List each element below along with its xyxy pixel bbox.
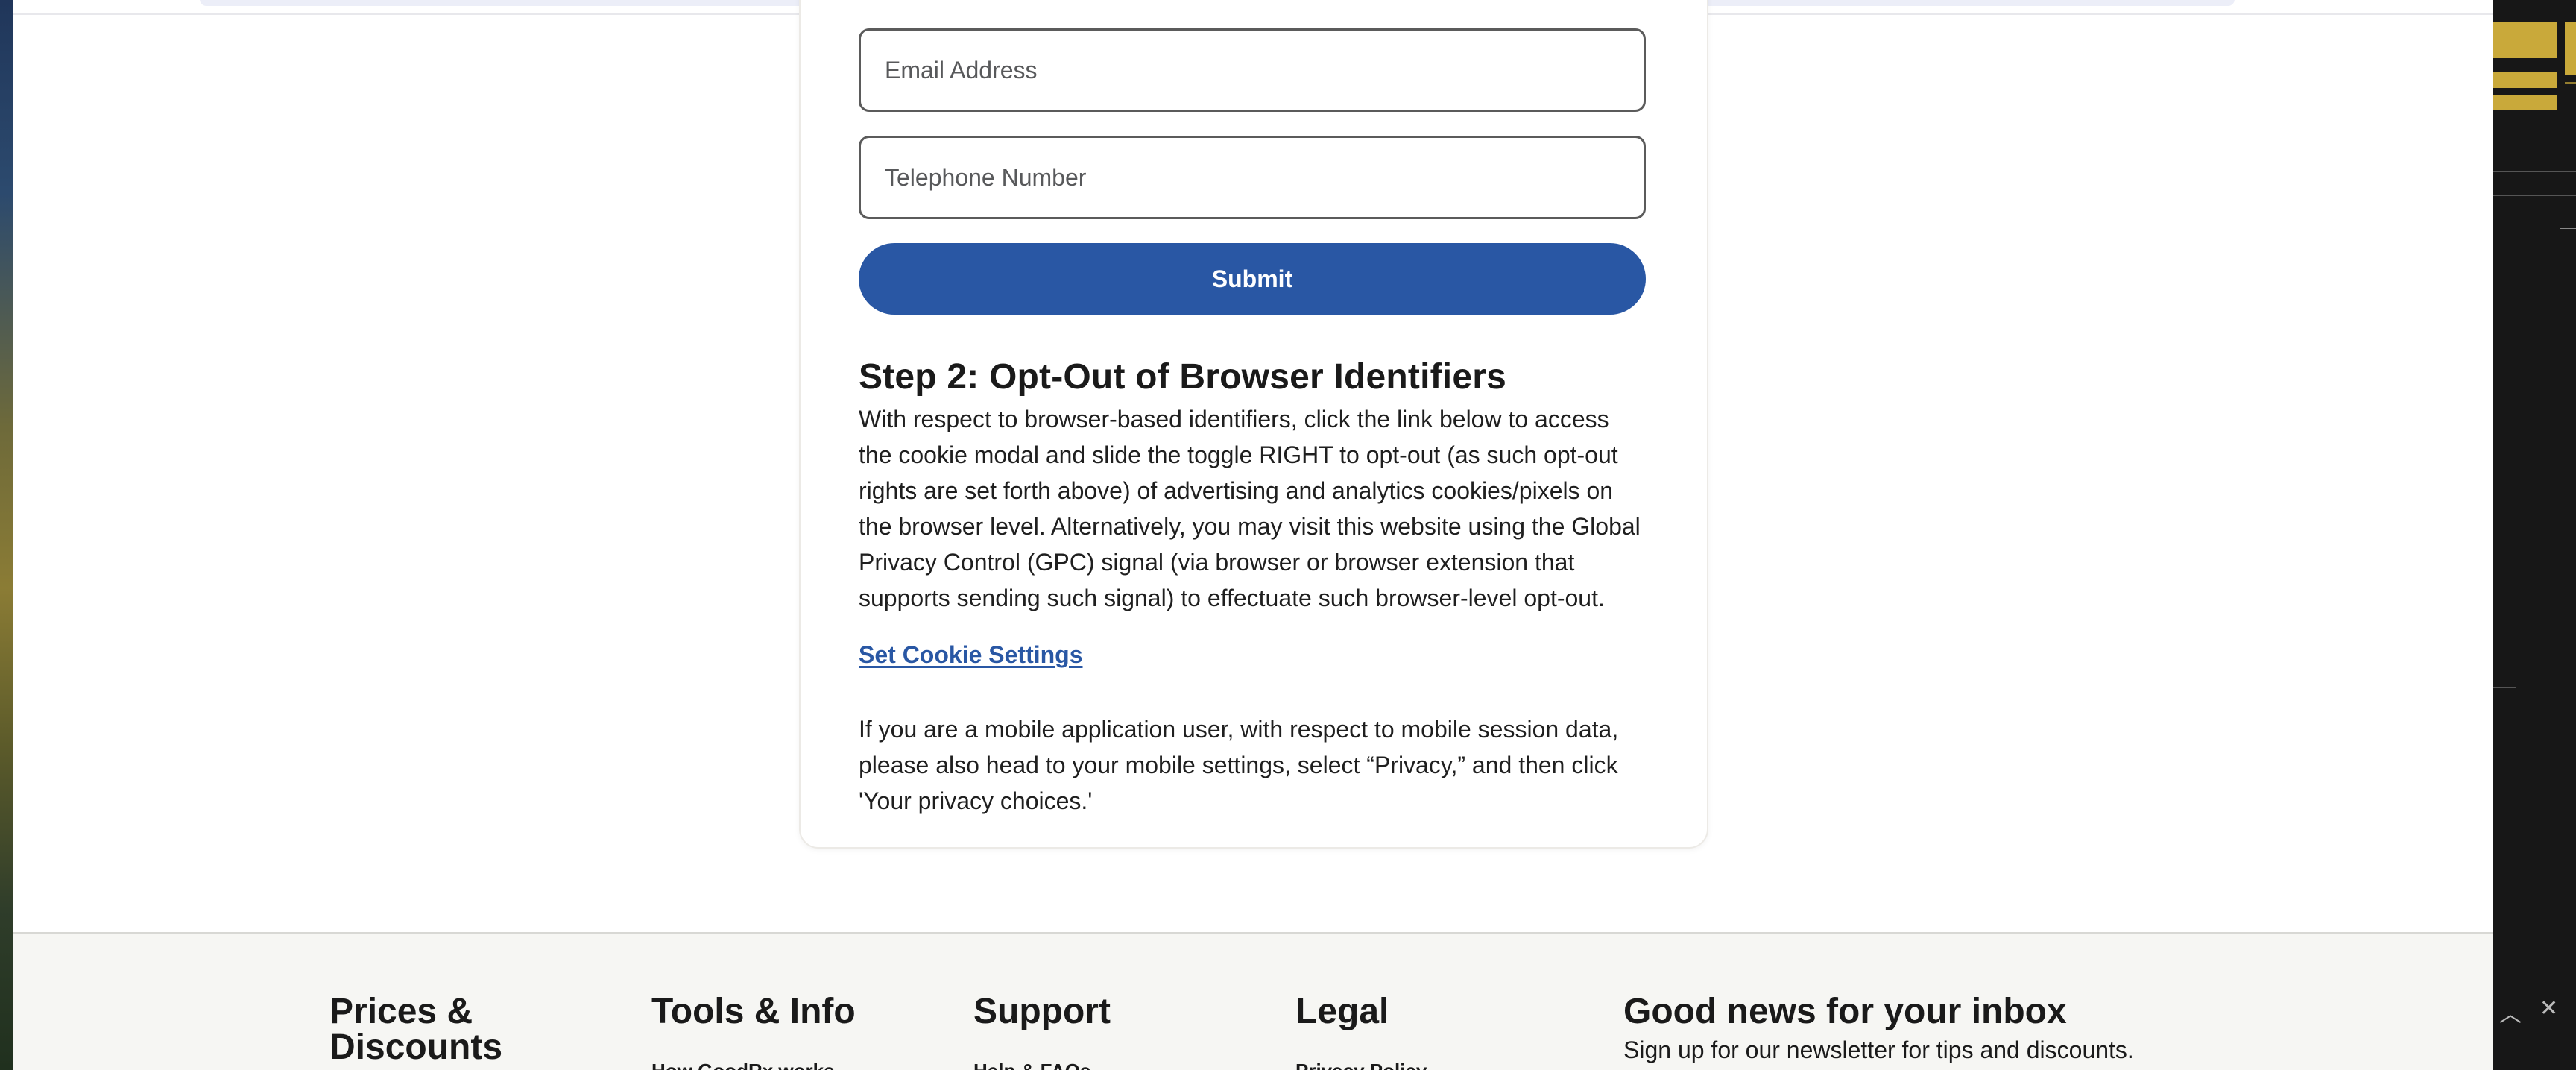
step2-heading: Step 2: Opt-Out of Browser Identifiers [859,357,1506,397]
panel-line [2560,228,2576,229]
paragraph-line: rights are set forth above) of advertisi… [859,477,1614,504]
footer-heading-prices: Prices & Discounts [329,994,502,1066]
footer-heading-legal: Legal [1295,992,1389,1031]
paragraph-line: If you are a mobile application user, wi… [859,716,1619,743]
panel-thumbnail-block [2493,95,2557,110]
email-field[interactable] [859,28,1646,112]
site-footer: Prices & Discounts Tools & Info How Good… [13,932,2493,1070]
browser-viewport: Submit Step 2: Opt-Out of Browser Identi… [13,0,2493,1070]
panel-line [2493,171,2576,172]
panel-line [2493,79,2557,81]
footer-link-help[interactable]: Help & FAQs [973,1060,1090,1070]
paragraph-line: Privacy Control (GPC) signal (via browse… [859,549,1575,576]
submit-button[interactable]: Submit [859,243,1646,315]
footer-heading-tools: Tools & Info [651,992,856,1031]
telephone-field[interactable] [859,136,1646,219]
collapse-icon[interactable]: ︿ [2499,995,2522,1028]
panel-line [2493,195,2576,196]
footer-link-how-it-works[interactable]: How GoodRx works [651,1060,835,1070]
footer-heading-line: Discounts [329,1027,503,1067]
paragraph-line: please also head to your mobile settings… [859,752,1618,778]
side-panel: ︿ ✕ [2493,0,2576,1070]
newsletter-subtitle: Sign up for our newsletter for tips and … [1623,1036,2134,1063]
panel-line [2565,82,2576,84]
mobile-paragraph: If you are a mobile application user, wi… [859,711,1656,819]
paragraph-line: supports sending such signal) to effectu… [859,585,1605,611]
footer-heading-support: Support [973,992,1111,1031]
close-icon[interactable]: ✕ [2539,995,2558,1022]
desktop-wallpaper-left [0,0,13,1070]
panel-thumbnail-block [2493,22,2557,58]
step2-paragraph: With respect to browser-based identifier… [859,401,1656,616]
set-cookie-settings-link[interactable]: Set Cookie Settings [859,641,1083,669]
footer-heading-line: Prices & [329,992,473,1031]
panel-line [2493,687,2516,688]
newsletter-heading: Good news for your inbox [1623,992,2067,1031]
panel-thumbnail-block [2565,22,2576,75]
paragraph-line: the cookie modal and slide the toggle RI… [859,441,1618,468]
paragraph-line: 'Your privacy choices.' [859,787,1093,814]
paragraph-line: the browser level. Alternatively, you ma… [859,513,1641,540]
paragraph-line: With respect to browser-based identifier… [859,406,1609,432]
footer-link-privacy-policy[interactable]: Privacy Policy [1295,1060,1427,1070]
